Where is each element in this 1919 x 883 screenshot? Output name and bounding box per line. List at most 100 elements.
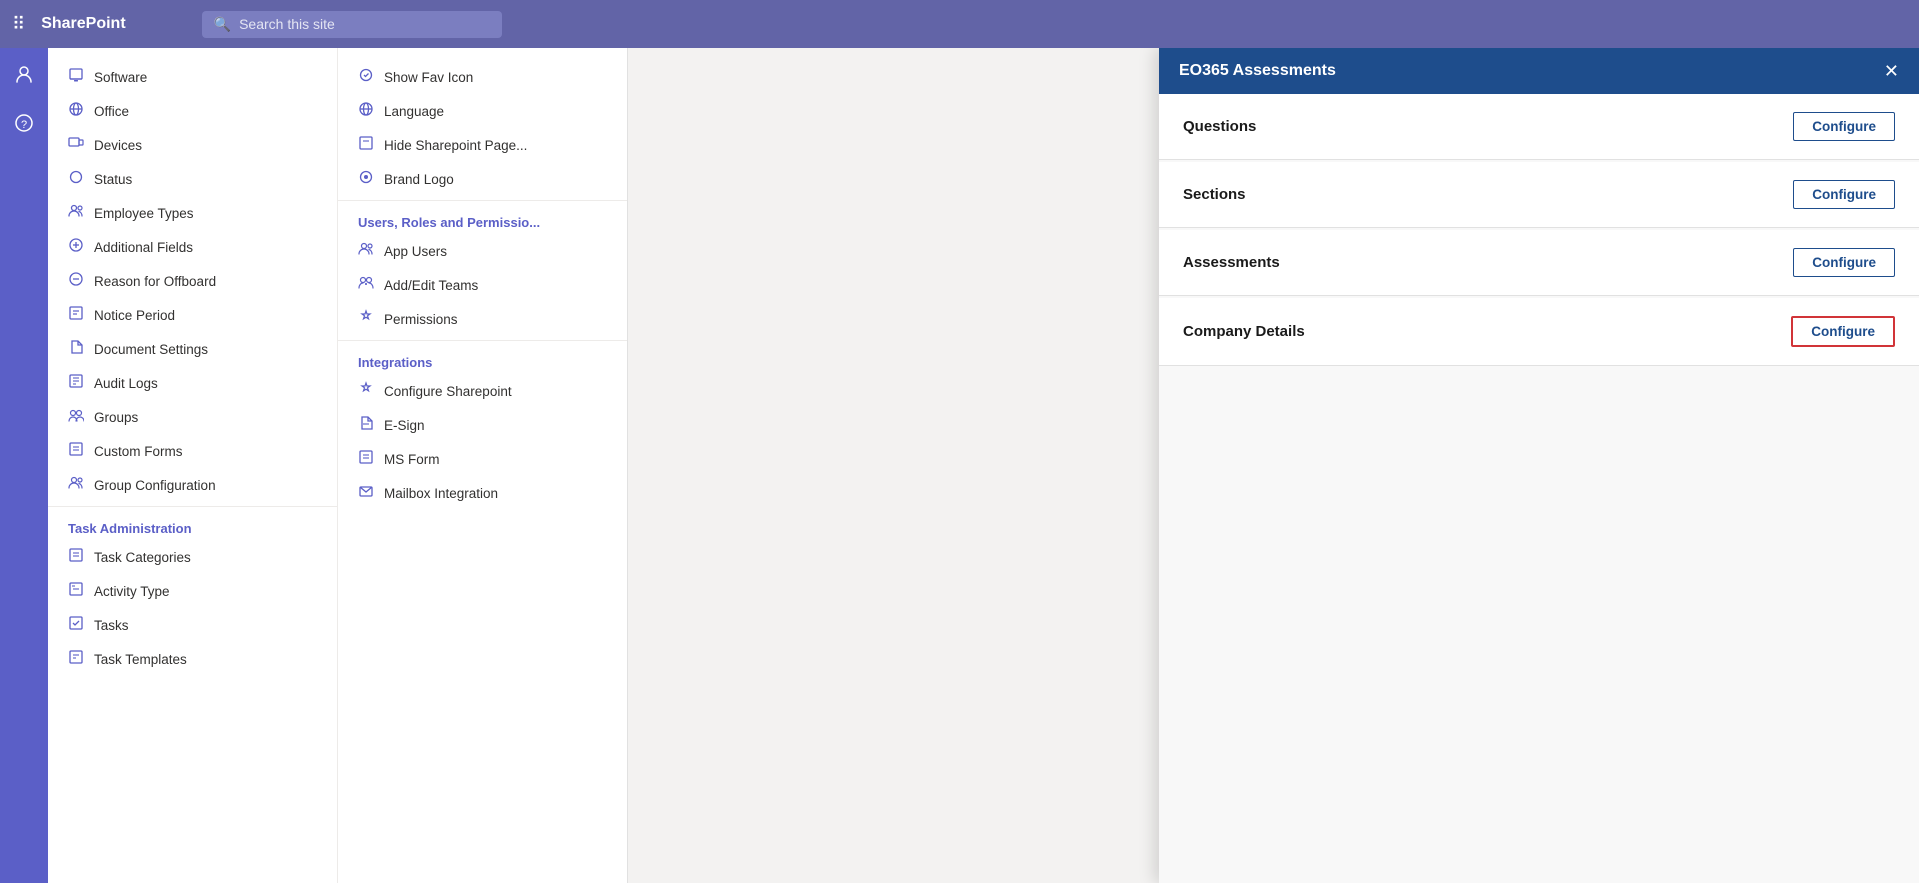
panel-header: EO365 Assessments ✕ — [1159, 48, 1919, 94]
employee-types-icon — [68, 203, 86, 223]
task-admin-header: Task Administration — [48, 511, 337, 540]
hide-sharepoint-label: Hide Sharepoint Page... — [384, 138, 527, 153]
menu-item-additional-fields[interactable]: Additional Fields — [48, 230, 337, 264]
group-config-label: Group Configuration — [94, 478, 216, 493]
menu-item-task-templates[interactable]: Task Templates — [48, 642, 337, 676]
permissions-icon — [358, 309, 376, 329]
users-roles-header: Users, Roles and Permissio... — [338, 205, 627, 234]
menu-item-office[interactable]: Office — [48, 94, 337, 128]
configure-questions-button[interactable]: Configure — [1793, 112, 1895, 141]
company-details-label: Company Details — [1183, 323, 1305, 340]
menu-item-devices[interactable]: Devices — [48, 128, 337, 162]
menu-item-employee-types[interactable]: Employee Types — [48, 196, 337, 230]
help-icon[interactable]: ? — [6, 105, 42, 146]
menu-col-1: Software Office Devices Status — [48, 48, 338, 883]
menu-item-notice-period[interactable]: Notice Period — [48, 298, 337, 332]
divider-users — [338, 200, 627, 201]
menu-item-custom-forms[interactable]: Custom Forms — [48, 434, 337, 468]
document-settings-icon — [68, 339, 86, 359]
configure-sections-button[interactable]: Configure — [1793, 180, 1895, 209]
menu-panel: Software Office Devices Status — [48, 48, 628, 883]
panel-row-assessments: Assessments Configure — [1159, 230, 1919, 296]
menu-item-permissions[interactable]: Permissions — [338, 302, 627, 336]
search-bar: 🔍 — [202, 11, 502, 38]
software-label: Software — [94, 70, 147, 85]
task-categories-icon — [68, 547, 86, 567]
e-sign-label: E-Sign — [384, 418, 425, 433]
menu-item-language[interactable]: Language — [338, 94, 627, 128]
add-edit-teams-label: Add/Edit Teams — [384, 278, 478, 293]
menu-item-e-sign[interactable]: E-Sign — [338, 408, 627, 442]
software-icon — [68, 67, 86, 87]
menu-item-show-fav-icon[interactable]: Show Fav Icon — [338, 60, 627, 94]
panel-close-button[interactable]: ✕ — [1884, 62, 1899, 80]
notice-period-icon — [68, 305, 86, 325]
additional-fields-icon — [68, 237, 86, 257]
svg-text:?: ? — [21, 119, 27, 131]
custom-forms-label: Custom Forms — [94, 444, 183, 459]
menu-item-document-settings[interactable]: Document Settings — [48, 332, 337, 366]
search-input[interactable] — [239, 16, 490, 32]
menu-item-status[interactable]: Status — [48, 162, 337, 196]
activity-type-label: Activity Type — [94, 584, 170, 599]
status-label: Status — [94, 172, 132, 187]
configure-sharepoint-label: Configure Sharepoint — [384, 384, 512, 399]
menu-item-software[interactable]: Software — [48, 60, 337, 94]
questions-label: Questions — [1183, 118, 1256, 135]
grid-icon[interactable]: ⠿ — [12, 14, 25, 35]
status-icon — [68, 169, 86, 189]
panel-body: Questions Configure Sections Configure A… — [1159, 94, 1919, 883]
configure-company-details-button[interactable]: Configure — [1791, 316, 1895, 347]
devices-icon — [68, 135, 86, 155]
menu-item-add-edit-teams[interactable]: Add/Edit Teams — [338, 268, 627, 302]
office-icon — [68, 101, 86, 121]
mailbox-icon — [358, 483, 376, 503]
groups-icon — [68, 407, 86, 427]
top-bar: ⠿ SharePoint 🔍 — [0, 0, 1919, 48]
menu-item-audit-logs[interactable]: Audit Logs — [48, 366, 337, 400]
menu-item-ms-form[interactable]: MS Form — [338, 442, 627, 476]
menu-col-2: Show Fav Icon Language Hide Sharepoint P… — [338, 48, 627, 883]
sidebar-narrow: ? — [0, 48, 48, 883]
activity-type-icon — [68, 581, 86, 601]
main-content: Software Office Devices Status — [48, 48, 1919, 883]
menu-item-configure-sharepoint[interactable]: Configure Sharepoint — [338, 374, 627, 408]
assessments-label: Assessments — [1183, 254, 1280, 271]
reason-offboard-label: Reason for Offboard — [94, 274, 216, 289]
menu-item-app-users[interactable]: App Users — [338, 234, 627, 268]
permissions-label: Permissions — [384, 312, 458, 327]
menu-item-reason-offboard[interactable]: Reason for Offboard — [48, 264, 337, 298]
search-icon: 🔍 — [214, 16, 231, 33]
divider-task — [48, 506, 337, 507]
menu-item-group-configuration[interactable]: Group Configuration — [48, 468, 337, 502]
panel-title: EO365 Assessments — [1179, 62, 1336, 80]
mailbox-label: Mailbox Integration — [384, 486, 498, 501]
ms-form-label: MS Form — [384, 452, 440, 467]
office-label: Office — [94, 104, 129, 119]
group-config-icon — [68, 475, 86, 495]
employee-types-label: Employee Types — [94, 206, 194, 221]
menu-item-brand-logo[interactable]: Brand Logo — [338, 162, 627, 196]
task-categories-label: Task Categories — [94, 550, 191, 565]
language-label: Language — [384, 104, 444, 119]
menu-item-hide-sharepoint[interactable]: Hide Sharepoint Page... — [338, 128, 627, 162]
hide-sharepoint-icon — [358, 135, 376, 155]
panel-row-company-details: Company Details Configure — [1159, 298, 1919, 366]
e-sign-icon — [358, 415, 376, 435]
brand-logo-icon — [358, 169, 376, 189]
configure-assessments-button[interactable]: Configure — [1793, 248, 1895, 277]
sections-label: Sections — [1183, 186, 1246, 203]
menu-item-tasks[interactable]: Tasks — [48, 608, 337, 642]
menu-item-task-categories[interactable]: Task Categories — [48, 540, 337, 574]
groups-label: Groups — [94, 410, 138, 425]
menu-item-mailbox-integration[interactable]: Mailbox Integration — [338, 476, 627, 510]
menu-item-groups[interactable]: Groups — [48, 400, 337, 434]
people-icon[interactable] — [6, 56, 42, 97]
divider-integrations — [338, 340, 627, 341]
audit-logs-icon — [68, 373, 86, 393]
show-fav-icon — [358, 67, 376, 87]
panel-overlay: EO365 Assessments ✕ Questions Configure … — [1159, 48, 1919, 883]
menu-item-activity-type[interactable]: Activity Type — [48, 574, 337, 608]
app-users-icon — [358, 241, 376, 261]
app-title: SharePoint — [41, 15, 125, 33]
